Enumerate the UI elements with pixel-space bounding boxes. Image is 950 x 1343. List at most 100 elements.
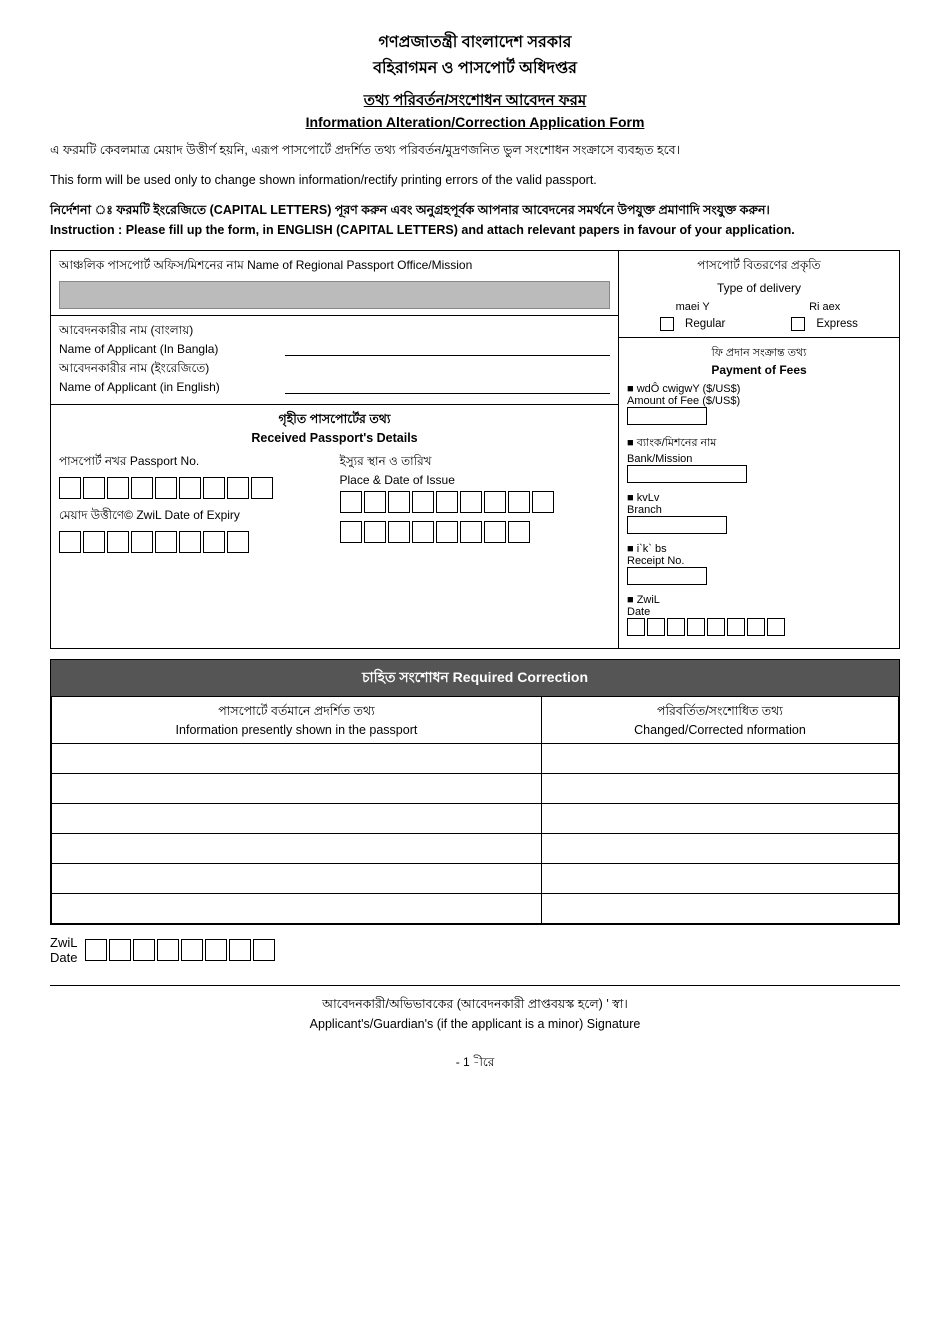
issue-date-box-3[interactable]	[388, 521, 410, 543]
payment-receipt-bengali: ■ i`k` bs	[627, 543, 891, 555]
correction-right-5[interactable]	[541, 864, 898, 894]
passport-section-title: গৃহীত পাসপোর্টের তথ্য Received Passport'…	[59, 411, 610, 445]
payment-branch-english: Branch	[627, 504, 891, 516]
correction-left-1[interactable]	[52, 744, 542, 774]
date-box-6[interactable]	[205, 939, 227, 961]
name-bangla-input[interactable]	[285, 322, 610, 356]
passport-box-6[interactable]	[179, 477, 201, 499]
payment-branch-input[interactable]	[627, 516, 727, 534]
payment-date-box-5[interactable]	[707, 618, 725, 636]
payment-receipt-input[interactable]	[627, 567, 707, 585]
date-box-7[interactable]	[229, 939, 251, 961]
issue-date-box-4[interactable]	[412, 521, 434, 543]
expiry-box-4[interactable]	[131, 531, 153, 553]
correction-left-2[interactable]	[52, 774, 542, 804]
payment-title-english: Payment of Fees	[627, 363, 891, 377]
delivery-title-bengali: পাসপোর্ট বিতরণের প্রকৃতি	[627, 257, 891, 277]
correction-right-1[interactable]	[541, 744, 898, 774]
office-label: আঞ্চলিক পাসপোর্ট অফিস/মিশনের নাম Name of…	[59, 257, 610, 277]
correction-col2-header: পরিবর্তিত/সংশোধিত তথ্য Changed/Corrected…	[541, 697, 898, 744]
passport-box-3[interactable]	[107, 477, 129, 499]
payment-date-box-7[interactable]	[747, 618, 765, 636]
expiry-box-6[interactable]	[179, 531, 201, 553]
date-box-4[interactable]	[157, 939, 179, 961]
date-label-bengali: ZwiL Date	[50, 935, 77, 965]
delivery-regular-checkbox[interactable]	[660, 317, 674, 331]
office-input[interactable]	[59, 281, 610, 309]
date-boxes	[85, 939, 275, 961]
issue-box-9[interactable]	[532, 491, 554, 513]
issue-box-2[interactable]	[364, 491, 386, 513]
issue-date-boxes[interactable]	[340, 521, 611, 543]
passport-box-7[interactable]	[203, 477, 225, 499]
payment-receipt-content: ■ i`k` bs Receipt No.	[627, 543, 891, 588]
expiry-box-8[interactable]	[227, 531, 249, 553]
payment-date-box-6[interactable]	[727, 618, 745, 636]
header-line1: গণপ্রজাতন্ত্রী বাংলাদেশ সরকার	[50, 30, 900, 56]
main-form-section: আঞ্চলিক পাসপোর্ট অফিস/মিশনের নাম Name of…	[50, 250, 900, 649]
payment-date-box-8[interactable]	[767, 618, 785, 636]
expiry-box-7[interactable]	[203, 531, 225, 553]
passport-box-5[interactable]	[155, 477, 177, 499]
correction-left-5[interactable]	[52, 864, 542, 894]
issue-date-box-1[interactable]	[340, 521, 362, 543]
issue-date-box-8[interactable]	[508, 521, 530, 543]
passport-box-9[interactable]	[251, 477, 273, 499]
left-panel: আঞ্চলিক পাসপোর্ট অফিস/মিশনের নাম Name of…	[51, 251, 619, 648]
expiry-box-5[interactable]	[155, 531, 177, 553]
issue-box-7[interactable]	[484, 491, 506, 513]
delivery-express-label: Express	[816, 318, 858, 330]
issue-box-3[interactable]	[388, 491, 410, 513]
issue-date-box-6[interactable]	[460, 521, 482, 543]
delivery-express-bengali: Ri aex	[809, 301, 840, 313]
delivery-express: Ri aex Express	[791, 301, 858, 331]
issue-place-boxes[interactable]	[340, 491, 611, 513]
correction-right-6[interactable]	[541, 894, 898, 924]
date-box-3[interactable]	[133, 939, 155, 961]
correction-left-3[interactable]	[52, 804, 542, 834]
expiry-boxes[interactable]	[59, 531, 330, 553]
payment-amount-input[interactable]	[627, 407, 707, 425]
delivery-express-checkbox[interactable]	[791, 317, 805, 331]
issue-box-6[interactable]	[460, 491, 482, 513]
issue-date-box-5[interactable]	[436, 521, 458, 543]
date-box-1[interactable]	[85, 939, 107, 961]
date-box-8[interactable]	[253, 939, 275, 961]
table-row	[52, 834, 899, 864]
correction-right-2[interactable]	[541, 774, 898, 804]
signature-text-bengali: আবেদনকারী/অভিভাবকের (আবেদনকারী প্রাপ্তবয…	[50, 994, 900, 1014]
issue-box-5[interactable]	[436, 491, 458, 513]
issue-box-4[interactable]	[412, 491, 434, 513]
passport-box-1[interactable]	[59, 477, 81, 499]
issue-box-1[interactable]	[340, 491, 362, 513]
passport-no-boxes[interactable]	[59, 477, 330, 499]
date-box-5[interactable]	[181, 939, 203, 961]
payment-date-box-3[interactable]	[667, 618, 685, 636]
payment-amount-english: Amount of Fee ($/US$)	[627, 395, 891, 407]
expiry-box-3[interactable]	[107, 531, 129, 553]
passport-box-2[interactable]	[83, 477, 105, 499]
delivery-regular-bengali: maei Y	[676, 301, 710, 313]
correction-left-6[interactable]	[52, 894, 542, 924]
name-english-input[interactable]	[285, 360, 610, 394]
correction-right-3[interactable]	[541, 804, 898, 834]
date-box-2[interactable]	[109, 939, 131, 961]
payment-bank-field: ■ ব্যাংক/মিশনের নাম Bank/Mission	[627, 434, 891, 486]
table-row	[52, 774, 899, 804]
correction-left-4[interactable]	[52, 834, 542, 864]
payment-date-box-4[interactable]	[687, 618, 705, 636]
payment-bank-input[interactable]	[627, 465, 747, 483]
payment-date-box-2[interactable]	[647, 618, 665, 636]
issue-box-8[interactable]	[508, 491, 530, 513]
passport-box-4[interactable]	[131, 477, 153, 499]
passport-box-8[interactable]	[227, 477, 249, 499]
name-english-label: আবেদনকারীর নাম (ইংরেজিতে) Name of Applic…	[59, 360, 279, 394]
correction-right-4[interactable]	[541, 834, 898, 864]
payment-date-box-1[interactable]	[627, 618, 645, 636]
page-number: - 1 -ীরে	[50, 1054, 900, 1074]
issue-date-box-2[interactable]	[364, 521, 386, 543]
issue-date-box-7[interactable]	[484, 521, 506, 543]
expiry-box-2[interactable]	[83, 531, 105, 553]
expiry-box-1[interactable]	[59, 531, 81, 553]
table-row	[52, 894, 899, 924]
